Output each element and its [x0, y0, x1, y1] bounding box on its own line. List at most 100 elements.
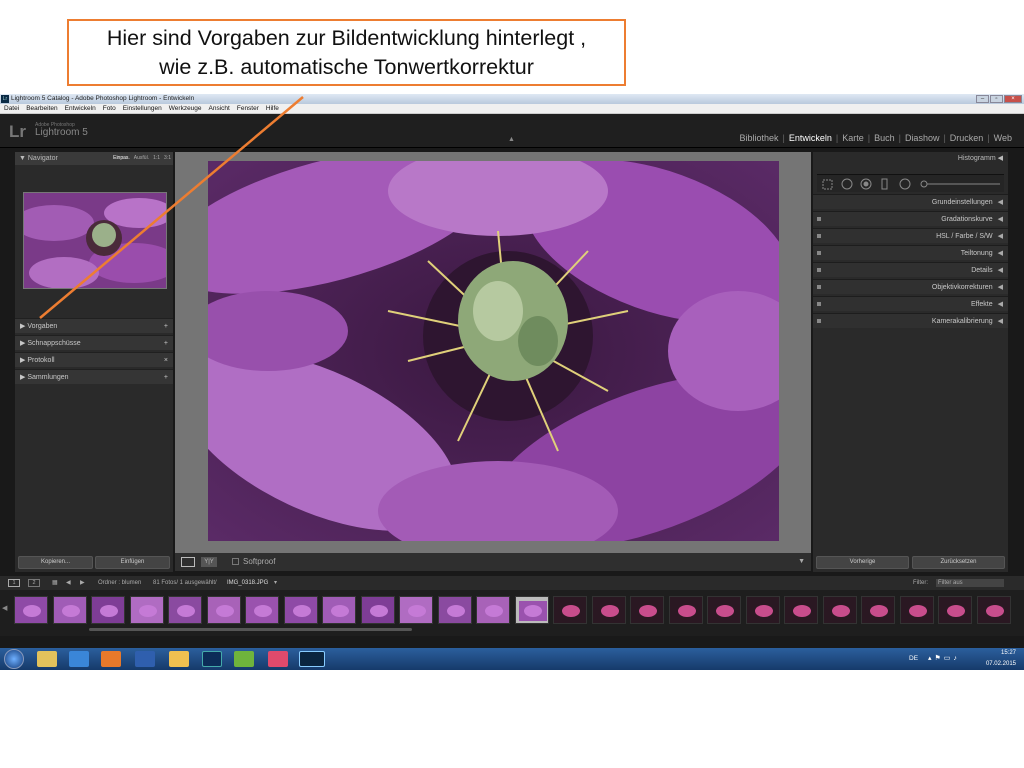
panel-switch[interactable]: [817, 268, 821, 272]
panel-gradationskurve[interactable]: Gradationskurve ◀: [813, 211, 1008, 226]
zoom-3-1[interactable]: 3:1: [164, 152, 171, 165]
filmstrip-thumbnail[interactable]: [206, 596, 241, 624]
panel-switch[interactable]: [817, 217, 821, 221]
page-1-button[interactable]: 1: [8, 579, 20, 587]
menu-foto[interactable]: Foto: [103, 104, 116, 113]
menu-entwickeln[interactable]: Entwickeln: [65, 104, 96, 113]
grid-icon[interactable]: ▦: [52, 576, 58, 590]
module-diashow[interactable]: Diashow: [901, 133, 944, 143]
menu-bearbeiten[interactable]: Bearbeiten: [26, 104, 57, 113]
menu-werkzeuge[interactable]: Werkzeuge: [169, 104, 202, 113]
panel-vorgaben[interactable]: ▶ Vorgaben +: [15, 318, 173, 333]
filmstrip-thumbnail[interactable]: [899, 596, 934, 624]
filmstrip-thumbnail[interactable]: [52, 596, 87, 624]
ie-icon[interactable]: [69, 651, 89, 667]
panel-switch[interactable]: [817, 302, 821, 306]
main-photo[interactable]: [208, 161, 779, 541]
histogram-header[interactable]: Histogramm ◀: [813, 152, 1008, 165]
filmstrip-thumbnail[interactable]: [283, 596, 318, 624]
previous-button[interactable]: Vorherige: [816, 556, 909, 569]
clock[interactable]: 15:27 07.02.2015: [986, 648, 1016, 670]
filmstrip-thumbnail[interactable]: [476, 596, 510, 624]
filename[interactable]: IMG_0318.JPG: [227, 576, 268, 590]
softproof-checkbox[interactable]: [232, 558, 239, 565]
zoom-fit[interactable]: Einpas.: [113, 152, 130, 165]
filmstrip-thumbnail[interactable]: [976, 596, 1011, 624]
outlook-icon[interactable]: [169, 651, 189, 667]
filmstrip-thumbnail[interactable]: [437, 596, 472, 624]
panel-protokoll[interactable]: ▶ Protokoll ×: [15, 352, 173, 367]
filmstrip-thumbnail[interactable]: [668, 596, 703, 624]
paste-button[interactable]: Einfügen: [95, 556, 170, 569]
forward-arrow-icon[interactable]: ▶: [80, 576, 85, 590]
module-buch[interactable]: Buch: [870, 133, 899, 143]
filmstrip-thumbnail[interactable]: [129, 596, 164, 624]
filmstrip-scrollbar[interactable]: [89, 628, 412, 631]
photoshop-icon[interactable]: [202, 651, 222, 667]
language-indicator[interactable]: DE: [909, 655, 918, 662]
module-drucken[interactable]: Drucken: [946, 133, 988, 143]
navigator-header[interactable]: ▼ Navigator Einpas. Ausfül. 1:1 3:1: [15, 152, 173, 165]
menu-hilfe[interactable]: Hilfe: [266, 104, 279, 113]
scroll-left-icon[interactable]: ◀: [2, 604, 7, 612]
lightroom-icon[interactable]: [299, 651, 325, 667]
zoom-fill[interactable]: Ausfül.: [134, 152, 149, 165]
panel-objektivkorrekturen[interactable]: Objektivkorrekturen ◀: [813, 279, 1008, 294]
filmstrip-thumbnail[interactable]: [822, 596, 857, 624]
minimize-icon[interactable]: –: [976, 95, 989, 103]
menu-ansicht[interactable]: Ansicht: [209, 104, 230, 113]
filmstrip-thumbnail[interactable]: [938, 596, 972, 624]
filmstrip-thumbnail[interactable]: [630, 596, 664, 624]
panel-kamerakalibrierung[interactable]: Kamerakalibrierung ◀: [813, 313, 1008, 328]
before-after-icon[interactable]: Y|Y: [201, 557, 217, 567]
filmstrip-thumbnail[interactable]: [745, 596, 780, 624]
panel-switch[interactable]: [817, 319, 821, 323]
page-2-button[interactable]: 2: [28, 579, 40, 587]
filmstrip-thumbnail[interactable]: [91, 596, 125, 624]
zoom-1-1[interactable]: 1:1: [153, 152, 160, 165]
menu-fenster[interactable]: Fenster: [237, 104, 259, 113]
filmstrip-thumbnail[interactable]: [360, 596, 395, 624]
module-karte[interactable]: Karte: [838, 133, 868, 143]
menu-einstellungen[interactable]: Einstellungen: [123, 104, 162, 113]
explorer-icon[interactable]: [37, 651, 57, 667]
panel-switch[interactable]: [817, 251, 821, 255]
panel-schnappschuesse[interactable]: ▶ Schnappschüsse +: [15, 335, 173, 350]
gift-icon[interactable]: [234, 651, 254, 667]
navigator-preview[interactable]: [23, 192, 167, 289]
filmstrip-thumbnail[interactable]: [14, 596, 48, 624]
firefox-icon[interactable]: [101, 651, 121, 667]
itunes-icon[interactable]: [268, 651, 288, 667]
add-collection-icon[interactable]: +: [164, 370, 168, 385]
filmstrip-thumbnail[interactable]: [553, 596, 587, 624]
chevron-down-icon[interactable]: ▾: [274, 576, 277, 590]
panel-sammlungen[interactable]: ▶ Sammlungen +: [15, 369, 173, 384]
tray-icons[interactable]: ▴⚑▭♪: [928, 654, 960, 662]
add-snapshot-icon[interactable]: +: [164, 336, 168, 351]
filmstrip-thumbnail[interactable]: [707, 596, 741, 624]
filmstrip-thumbnail[interactable]: [168, 596, 202, 624]
module-entwickeln[interactable]: Entwickeln: [785, 133, 836, 143]
module-bibliothek[interactable]: Bibliothek: [735, 133, 782, 143]
module-web[interactable]: Web: [990, 133, 1016, 143]
collapse-top-icon[interactable]: ▲: [508, 136, 515, 143]
panel-details[interactable]: Details ◀: [813, 262, 1008, 277]
panel-grundeinstellungen[interactable]: Grundeinstellungen ◀: [813, 194, 1008, 209]
filmstrip-thumbnail-selected[interactable]: [514, 596, 549, 624]
copy-button[interactable]: Kopieren...: [18, 556, 93, 569]
panel-switch[interactable]: [817, 285, 821, 289]
panel-switch[interactable]: [817, 234, 821, 238]
back-arrow-icon[interactable]: ◀: [66, 576, 71, 590]
filmstrip-thumbnail[interactable]: [591, 596, 626, 624]
filmstrip-thumbnail[interactable]: [245, 596, 279, 624]
menu-datei[interactable]: Datei: [4, 104, 19, 113]
word-icon[interactable]: [135, 651, 155, 667]
panel-effekte[interactable]: Effekte ◀: [813, 296, 1008, 311]
maximize-icon[interactable]: ▫: [990, 95, 1003, 103]
start-button[interactable]: [4, 649, 24, 669]
filmstrip-thumbnail[interactable]: [784, 596, 818, 624]
filmstrip-thumbnail[interactable]: [322, 596, 356, 624]
clear-history-icon[interactable]: ×: [164, 353, 168, 368]
reset-button[interactable]: Zurücksetzen: [912, 556, 1005, 569]
panel-teiltonung[interactable]: Teiltonung ◀: [813, 245, 1008, 260]
